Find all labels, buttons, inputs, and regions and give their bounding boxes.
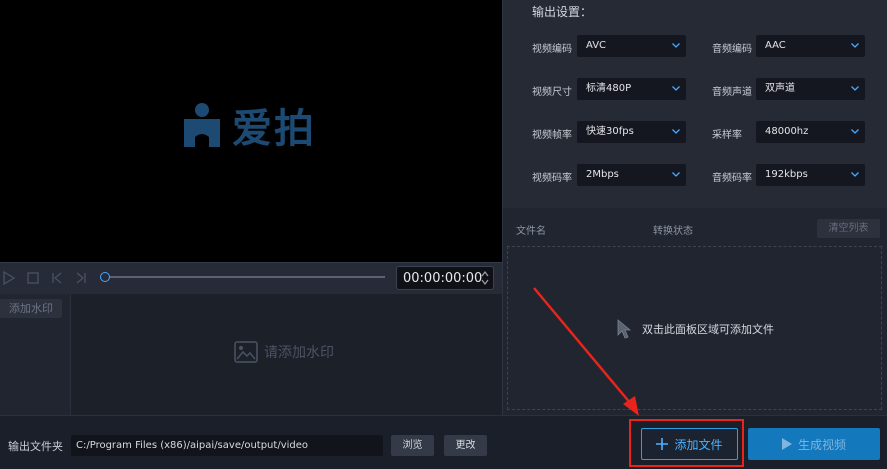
progress-track[interactable]	[105, 276, 385, 278]
timecode-value: 00:00:00:00	[403, 271, 483, 286]
timecode-field[interactable]: 00:00:00:00	[396, 266, 494, 290]
generate-video-button[interactable]: 生成视频	[748, 428, 880, 460]
chevron-down-icon	[851, 43, 859, 48]
generate-video-label: 生成视频	[797, 437, 846, 452]
chevron-down-icon	[672, 43, 680, 48]
video-size-select[interactable]: 标清480P	[577, 78, 686, 100]
video-codec-select[interactable]: AVC	[577, 35, 686, 57]
previous-frame-icon[interactable]	[50, 271, 64, 285]
video-size-value: 标清480P	[586, 83, 632, 94]
audio-channel-value: 双声道	[765, 83, 795, 94]
video-bitrate-select[interactable]: 2Mbps	[577, 164, 686, 186]
browse-button[interactable]: 浏览	[391, 435, 434, 456]
chevron-down-icon	[672, 86, 680, 91]
chevron-down-icon	[851, 172, 859, 177]
video-framerate-label: 视频帧率	[532, 130, 572, 141]
progress-handle[interactable]	[100, 272, 110, 282]
drop-hint-text: 双击此面板区域可添加文件	[642, 323, 774, 336]
audio-bitrate-label: 音频码率	[712, 173, 752, 184]
sample-rate-value: 48000hz	[765, 126, 809, 137]
audio-channel-label: 音频声道	[712, 87, 752, 98]
video-bitrate-value: 2Mbps	[586, 169, 619, 180]
chevron-down-icon	[672, 129, 680, 134]
video-framerate-select[interactable]: 快速30fps	[577, 121, 686, 143]
chevron-down-icon	[851, 129, 859, 134]
audio-bitrate-select[interactable]: 192kbps	[756, 164, 865, 186]
drop-hint: 双击此面板区域可添加文件	[616, 318, 774, 340]
sample-rate-label: 采样率	[712, 130, 742, 141]
audio-bitrate-value: 192kbps	[765, 169, 808, 180]
play-icon	[781, 438, 792, 450]
add-watermark-button[interactable]: 添加水印	[0, 299, 62, 318]
aipai-logo: 爱拍	[182, 96, 316, 154]
audio-channel-select[interactable]: 双声道	[756, 78, 865, 100]
chevron-down-icon	[851, 86, 859, 91]
stop-icon[interactable]	[26, 271, 40, 285]
image-icon	[234, 341, 258, 363]
sample-rate-select[interactable]: 48000hz	[756, 121, 865, 143]
column-filename: 文件名	[516, 226, 546, 237]
video-size-label: 视频尺寸	[532, 87, 572, 98]
watermark-placeholder-text: 请添加水印	[264, 345, 334, 361]
video-codec-label: 视频编码	[532, 44, 572, 55]
video-codec-value: AVC	[586, 40, 607, 51]
audio-codec-value: AAC	[765, 40, 786, 51]
column-convert-status: 转换状态	[653, 226, 693, 237]
cursor-click-icon	[617, 319, 632, 339]
chevron-down-icon	[672, 172, 680, 177]
clear-list-button[interactable]: 清空列表	[817, 219, 880, 238]
video-framerate-value: 快速30fps	[586, 126, 634, 137]
spinner-arrows-icon[interactable]	[480, 270, 490, 286]
change-button[interactable]: 更改	[444, 435, 487, 456]
annotation-highlight-box	[629, 419, 744, 467]
logo-text: 爱拍	[232, 106, 316, 152]
video-bitrate-label: 视频码率	[532, 173, 572, 184]
audio-codec-label: 音频编码	[712, 44, 752, 55]
play-icon[interactable]	[2, 271, 16, 285]
watermark-placeholder: 请添加水印	[234, 341, 334, 363]
audio-codec-select[interactable]: AAC	[756, 35, 865, 57]
output-path-field[interactable]: C:/Program Files (x86)/aipai/save/output…	[71, 435, 383, 456]
aipai-logo-icon	[184, 103, 220, 147]
settings-title: 输出设置：	[532, 5, 593, 19]
output-folder-label: 输出文件夹	[8, 440, 63, 453]
next-frame-icon[interactable]	[74, 271, 88, 285]
